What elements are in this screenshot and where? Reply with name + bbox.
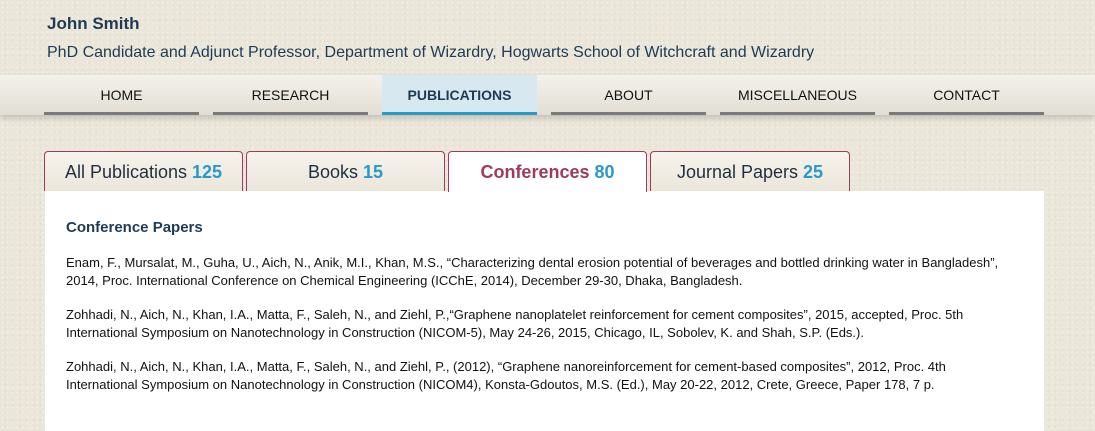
tab-count: 25 [803,162,824,182]
nav-publications[interactable]: PUBLICATIONS [382,75,537,115]
publication-entry: Enam, F., Mursalat, M., Guha, U., Aich, … [66,255,999,288]
nav-about[interactable]: ABOUT [551,75,706,115]
publication-entry: Zohhadi, N., Aich, N., Khan, I.A., Matta… [66,359,946,392]
tab-label: Conferences [480,162,590,182]
main-nav: HOME RESEARCH PUBLICATIONS ABOUT MISCELL… [0,75,1095,115]
section-title: Conference Papers [66,219,203,236]
site-subtitle: PhD Candidate and Adjunct Professor, Dep… [47,44,815,61]
site-name: John Smith [47,14,140,33]
tab-label: Books [307,162,358,182]
tab-all-publications[interactable]: All Publications 125 [44,151,243,191]
publications-panel: Conference Papers Enam, F., Mursalat, M.… [45,191,1044,431]
nav-contact[interactable]: CONTACT [889,75,1044,115]
site-header: John Smith PhD Candidate and Adjunct Pro… [47,14,814,61]
tab-label: All Publications [64,162,187,182]
tab-conferences[interactable]: Conferences 80 [448,151,647,192]
nav-miscellaneous[interactable]: MISCELLANEOUS [720,75,875,115]
tab-count: 80 [594,162,615,182]
publication-entry: Zohhadi, N., Aich, N., Khan, I.A., Matta… [66,307,964,340]
tab-books[interactable]: Books 15 [246,151,445,191]
tab-count: 15 [363,162,384,182]
nav-research[interactable]: RESEARCH [213,75,368,115]
tab-label: Journal Papers [676,162,799,182]
nav-home[interactable]: HOME [44,75,199,115]
tab-count: 125 [192,162,223,182]
tab-journal-papers[interactable]: Journal Papers 25 [650,151,850,191]
